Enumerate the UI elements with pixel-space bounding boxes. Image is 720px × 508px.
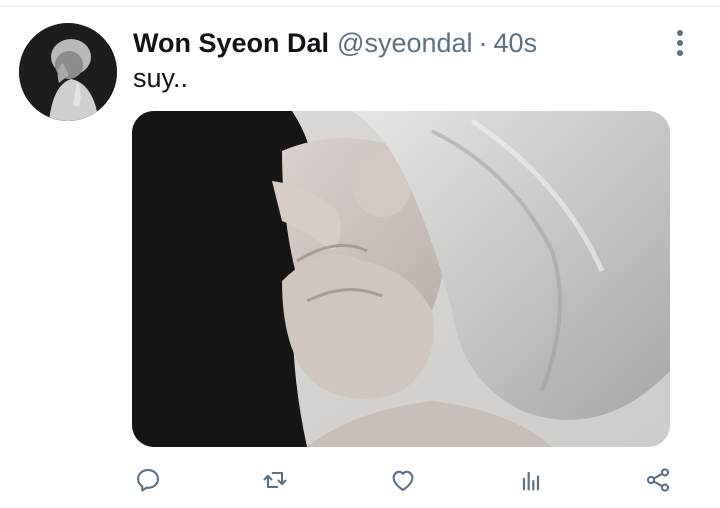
share-button[interactable] (640, 462, 676, 498)
more-options-button[interactable] (666, 27, 694, 59)
more-dot (677, 30, 683, 36)
photo (132, 111, 670, 447)
more-dot (677, 40, 683, 46)
avatar[interactable] (19, 23, 117, 121)
tweet-text: suy.. (133, 63, 189, 93)
tweet[interactable]: Won Syeon Dal @syeondal · 40s suy.. (0, 0, 720, 508)
reply-icon (137, 469, 159, 492)
avatar-image (19, 23, 117, 121)
reply-button[interactable] (130, 462, 166, 498)
user-handle[interactable]: @syeondal (337, 27, 473, 59)
retweet-icon (263, 471, 287, 489)
heart-icon (392, 470, 414, 491)
separator-dot: · (478, 28, 488, 58)
analytics-button[interactable] (513, 462, 549, 498)
display-name[interactable]: Won Syeon Dal (133, 27, 329, 59)
share-icon (646, 468, 670, 492)
bar-chart-icon (522, 471, 540, 491)
more-dot (677, 50, 683, 56)
tweet-actions (0, 458, 720, 502)
tweet-header: Won Syeon Dal @syeondal · 40s (133, 27, 537, 59)
tweet-media-image[interactable] (132, 111, 670, 447)
retweet-button[interactable] (257, 462, 293, 498)
timestamp[interactable]: 40s (494, 27, 538, 59)
like-button[interactable] (385, 462, 421, 498)
